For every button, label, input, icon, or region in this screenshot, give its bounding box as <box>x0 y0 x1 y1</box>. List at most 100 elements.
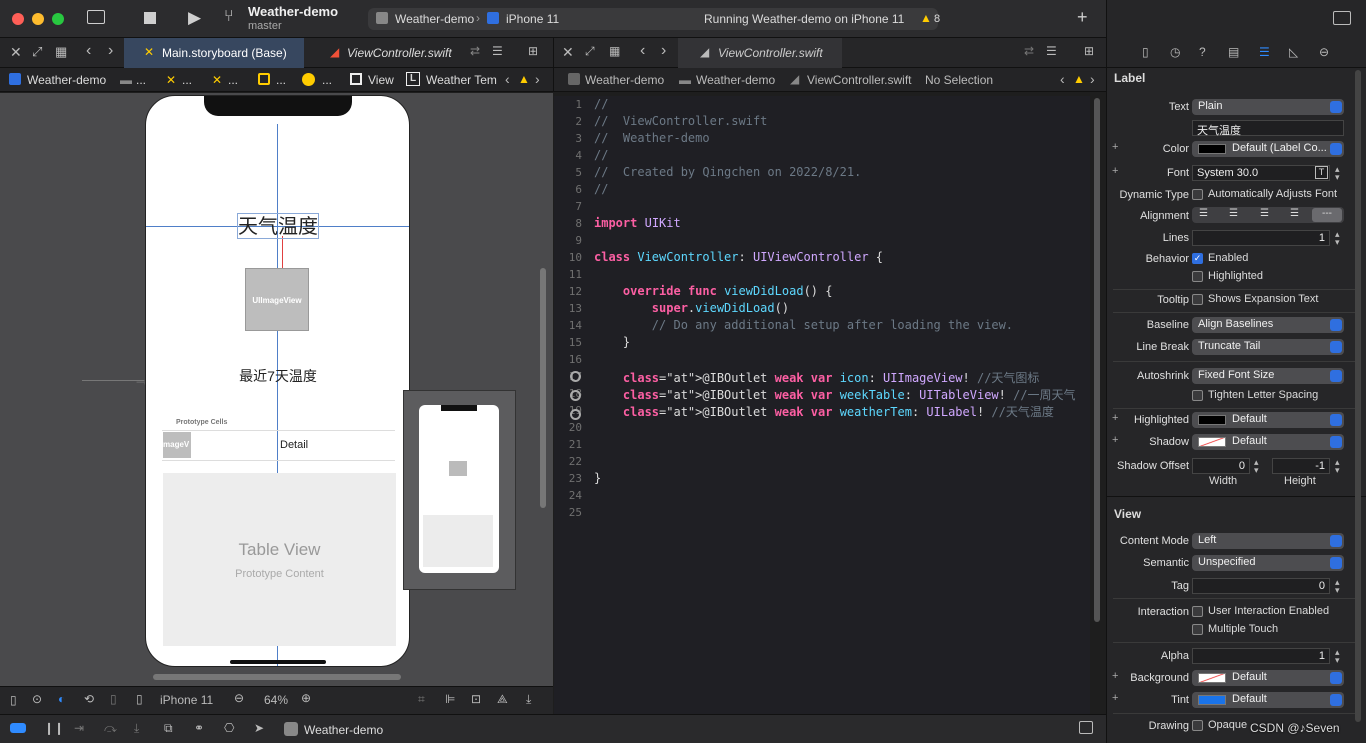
stepper-icon[interactable]: ▴ ▾ <box>1335 648 1340 665</box>
file-inspector-icon[interactable]: ▯ <box>1142 45 1149 59</box>
line-number[interactable]: 10 <box>554 251 582 264</box>
background-popup[interactable]: Default <box>1192 670 1344 686</box>
history-inspector-icon[interactable]: ◷ <box>1170 45 1180 59</box>
code-line[interactable]: class="at">@IBOutlet weak var icon: UIIm… <box>594 369 1040 386</box>
highlighted-color-popup[interactable]: Default <box>1192 412 1344 428</box>
enabled-checkbox[interactable]: ✓ <box>1192 253 1203 264</box>
grid-icon[interactable]: ▦ <box>609 44 620 58</box>
weather-tem-label[interactable]: 天气温度 <box>237 213 319 239</box>
split-icon[interactable]: ⊞ <box>528 44 538 58</box>
run-icon[interactable]: ▶ <box>188 8 201 28</box>
week-label[interactable]: 最近7天温度 <box>226 366 330 386</box>
jump-bar-item[interactable]: Weather-demo <box>585 73 664 87</box>
code-line[interactable]: // Weather-demo <box>594 131 710 145</box>
tag-field[interactable]: 0 <box>1192 578 1330 594</box>
line-number[interactable]: 22 <box>554 455 582 468</box>
line-number[interactable]: 15 <box>554 336 582 349</box>
icon-image-view[interactable]: UIImageView <box>245 268 309 331</box>
warning-icon[interactable]: ▲ <box>920 11 932 25</box>
autoshrink-popup[interactable]: Fixed Font Size <box>1192 368 1344 384</box>
resolve-issues-icon[interactable]: ⟁ <box>497 692 508 707</box>
jump-bar-item[interactable]: ... <box>228 73 238 87</box>
alpha-field[interactable]: 1 <box>1192 648 1330 664</box>
step-in-icon[interactable]: ⤓ <box>134 721 139 736</box>
add-variation-icon[interactable]: + <box>1112 412 1118 424</box>
shadow-popup[interactable]: Default <box>1192 434 1344 450</box>
code-line[interactable]: // Created by Qingchen on 2022/8/21. <box>594 165 861 179</box>
swap-icon[interactable]: ⇄ <box>1024 44 1034 58</box>
forward-icon[interactable]: › <box>535 71 540 87</box>
code-line[interactable]: // <box>594 148 608 162</box>
text-type-popup[interactable]: Plain <box>1192 99 1344 115</box>
code-line[interactable]: override func viewDidLoad() { <box>594 284 833 298</box>
environment-icon[interactable]: ⎔ <box>224 721 234 735</box>
user-interaction-checkbox[interactable] <box>1192 606 1203 617</box>
outlet-connection-icon[interactable] <box>570 409 581 420</box>
close-window-button[interactable] <box>12 13 24 25</box>
line-break-popup[interactable]: Truncate Tail <box>1192 339 1344 355</box>
back-icon[interactable]: ‹ <box>640 42 645 60</box>
line-number[interactable]: 13 <box>554 302 582 315</box>
code-line[interactable]: // Do any additional setup after loading… <box>594 318 1013 332</box>
outline-toggle-icon[interactable]: ▯ <box>10 693 17 707</box>
jump-bar-item[interactable]: ... <box>136 73 146 87</box>
stepper-icon[interactable]: ▴ ▾ <box>1335 165 1340 182</box>
zoom-out-icon[interactable]: ⊖ <box>234 691 244 705</box>
code-line[interactable]: } <box>594 471 601 485</box>
pause-icon[interactable]: ❙❙ <box>44 721 64 735</box>
code-line[interactable]: class="at">@IBOutlet weak var weekTable:… <box>594 386 1076 403</box>
vertical-scrollbar[interactable] <box>540 268 546 508</box>
swap-icon[interactable]: ⇄ <box>470 44 480 58</box>
code-line[interactable]: } <box>594 335 630 349</box>
storyboard-canvas[interactable]: → 天气温度 UIImageView 最近7天温度 Prototype Cell… <box>0 93 553 686</box>
add-variation-icon[interactable]: + <box>1112 692 1118 704</box>
minimap[interactable] <box>403 390 516 590</box>
tighten-checkbox[interactable] <box>1192 390 1203 401</box>
lines-icon[interactable]: ☰ <box>492 44 503 58</box>
align-left-icon[interactable]: ☰ <box>1199 208 1208 219</box>
tooltip-checkbox[interactable] <box>1192 294 1203 305</box>
tab-main-storyboard[interactable]: ✕ Main.storyboard (Base) <box>124 38 304 68</box>
jump-bar-item[interactable]: ViewController.swift <box>807 73 911 87</box>
jump-bar-item[interactable]: ... <box>182 73 192 87</box>
semantic-popup[interactable]: Unspecified <box>1192 555 1344 571</box>
grid-icon[interactable]: ▦ <box>55 44 67 60</box>
line-number[interactable]: 16 <box>554 353 582 366</box>
minimize-window-button[interactable] <box>32 13 44 25</box>
warning-icon[interactable]: ▲ <box>1073 72 1085 86</box>
debug-area-toggle-icon[interactable] <box>10 723 26 733</box>
console-toggle-icon[interactable] <box>1079 721 1093 734</box>
font-field[interactable]: System 30.0 <box>1192 165 1330 181</box>
tint-popup[interactable]: Default <box>1192 692 1344 708</box>
warning-count[interactable]: 8 <box>934 13 940 25</box>
lines-icon[interactable]: ☰ <box>1046 44 1057 58</box>
device-icon[interactable]: ▯ <box>136 692 143 706</box>
shadow-height-field[interactable]: -1 <box>1272 458 1330 474</box>
jump-bar-item[interactable]: ... <box>276 73 286 87</box>
line-number[interactable]: 14 <box>554 319 582 332</box>
tab-viewcontroller-swift[interactable]: ◢ ViewController.swift <box>310 38 460 68</box>
attributes-inspector-icon[interactable]: ☰ <box>1259 45 1270 59</box>
code-line[interactable]: class="at">@IBOutlet weak var weatherTem… <box>594 403 1054 420</box>
variation-icon[interactable]: ▯ <box>110 692 117 706</box>
stop-icon[interactable] <box>144 12 156 24</box>
scheme-activity-bar[interactable]: Weather-demo › iPhone 11 Running Weather… <box>368 8 940 30</box>
alignment-segmented[interactable]: ☰ ☰ ☰ ☰ --- <box>1192 207 1344 223</box>
memory-graph-icon[interactable]: ⚭ <box>194 721 204 735</box>
add-icon[interactable]: + <box>1077 7 1088 28</box>
jump-bar-item[interactable]: View <box>368 73 394 87</box>
identity-inspector-icon[interactable]: ▤ <box>1228 45 1239 59</box>
line-number[interactable]: 8 <box>554 217 582 230</box>
horizontal-scrollbar[interactable] <box>153 674 401 680</box>
code-line[interactable]: // <box>594 97 608 111</box>
stepper-icon[interactable]: ▴ ▾ <box>1335 458 1340 475</box>
warning-icon[interactable]: ▲ <box>518 72 530 86</box>
forward-icon[interactable]: › <box>1090 71 1095 87</box>
jump-bar-item[interactable]: Weather-demo <box>696 73 775 87</box>
line-number[interactable]: 23 <box>554 472 582 485</box>
align-natural-icon[interactable]: --- <box>1312 208 1342 222</box>
line-number[interactable]: 5 <box>554 166 582 179</box>
code-line[interactable]: class ViewController: UIViewController { <box>594 250 883 264</box>
add-variation-icon[interactable]: + <box>1112 141 1118 153</box>
jump-bar-item[interactable]: Weather-demo <box>27 73 106 87</box>
